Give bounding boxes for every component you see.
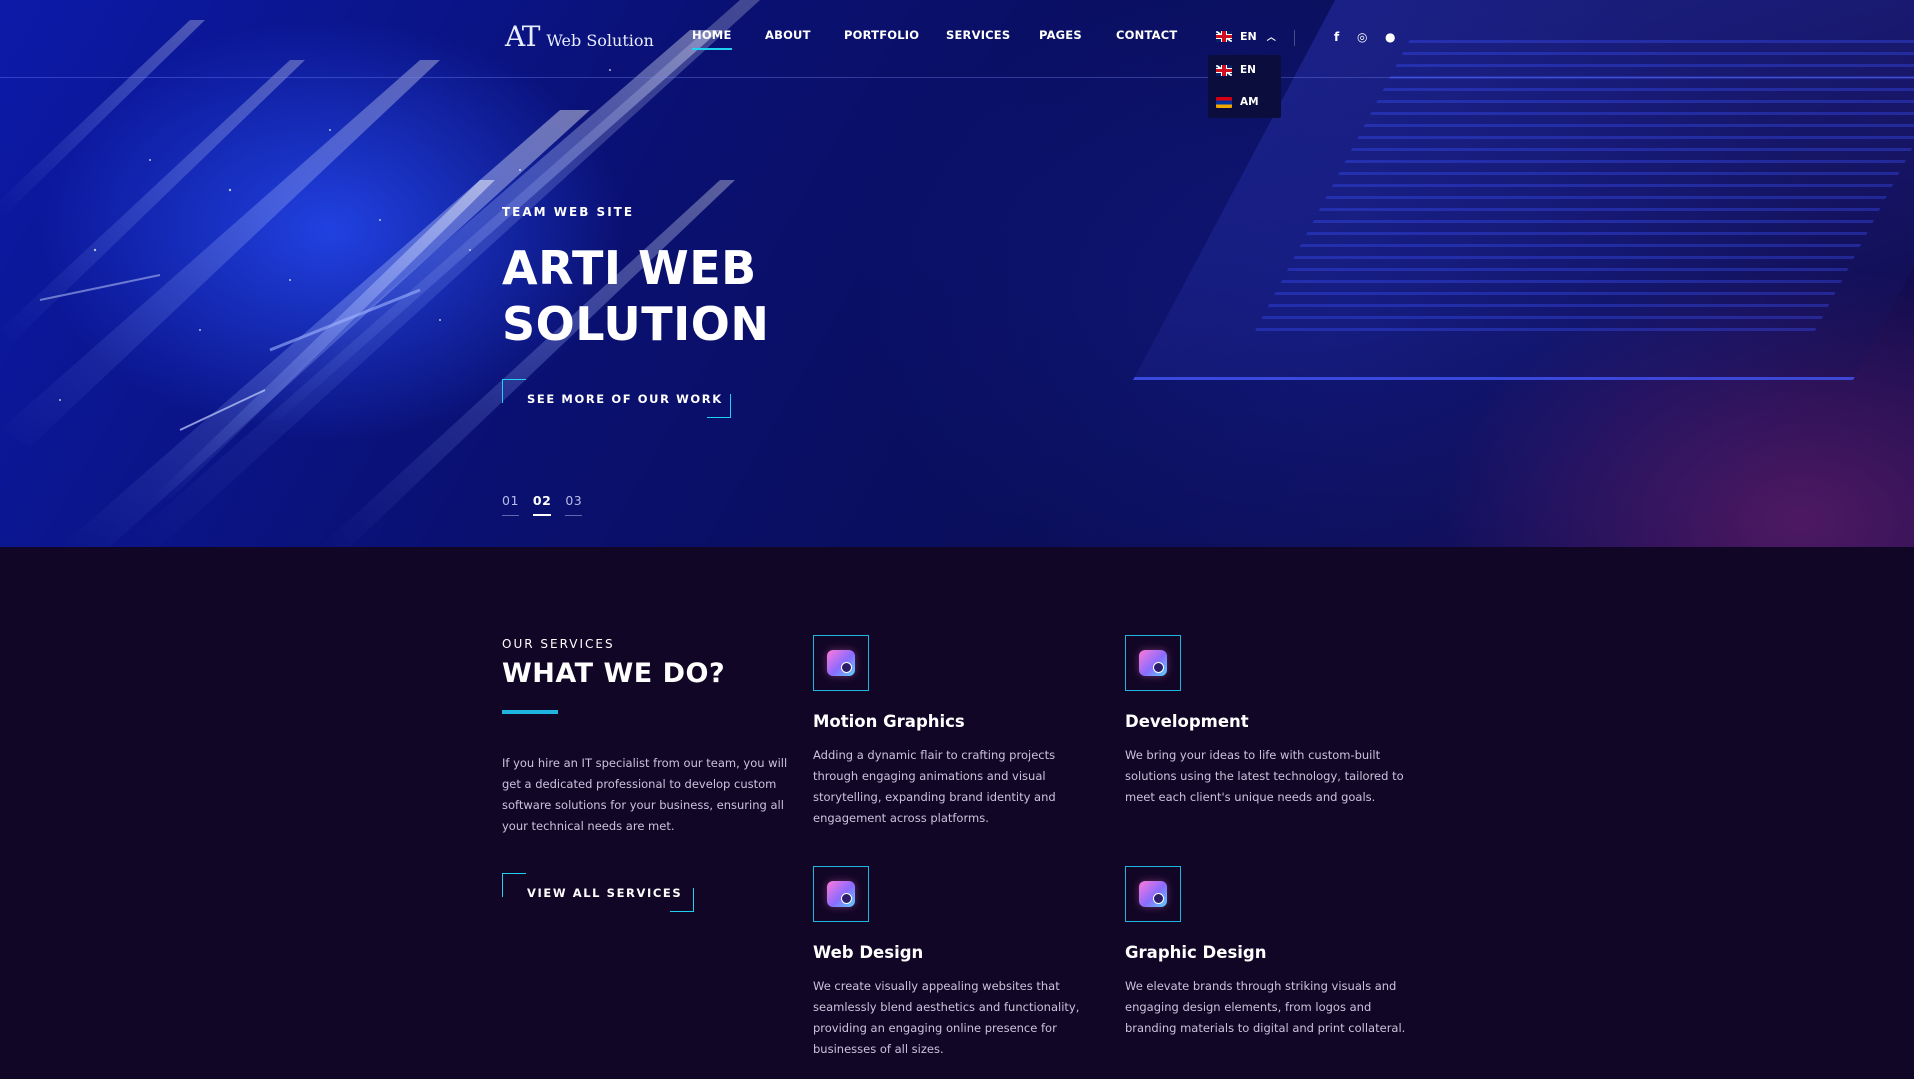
slide-indicator-03[interactable]: 03 xyxy=(565,493,583,516)
nav-services[interactable]: SERVICES xyxy=(946,28,1010,42)
slide-indicator-02[interactable]: 02 xyxy=(532,493,552,516)
bracket-corner xyxy=(502,379,526,403)
graphic-design-icon xyxy=(1125,866,1181,922)
service-card-web-design[interactable]: Web Design We create visually appealing … xyxy=(813,866,1113,1060)
service-card-graphic-design[interactable]: Graphic Design We elevate brands through… xyxy=(1125,866,1425,1039)
services-eyebrow: OUR SERVICES xyxy=(502,637,615,651)
nav-home[interactable]: HOME xyxy=(692,28,732,50)
armenia-flag-icon xyxy=(1216,96,1232,108)
service-card-text: We elevate brands through striking visua… xyxy=(1125,979,1406,1035)
button-label: SEE MORE OF OUR WORK xyxy=(527,391,723,406)
hero-title-line1: ARTI WEB xyxy=(502,241,757,295)
language-toggle[interactable]: EN ︿ xyxy=(1216,30,1276,43)
services-intro: If you hire an IT specialist from our te… xyxy=(502,756,788,833)
service-card-text: We create visually appealing websites th… xyxy=(813,979,1080,1056)
motion-graphics-icon xyxy=(813,635,869,691)
nav-about[interactable]: ABOUT xyxy=(765,28,811,42)
header-divider xyxy=(0,77,1914,78)
language-option-label: EN xyxy=(1240,64,1256,76)
bracket-corner xyxy=(707,394,731,418)
service-card-text: Adding a dynamic flair to crafting proje… xyxy=(813,748,1056,825)
hero-light-streaks xyxy=(0,0,760,547)
service-card-title: Graphic Design xyxy=(1125,943,1267,962)
web-design-icon xyxy=(813,866,869,922)
nav-pages[interactable]: PAGES xyxy=(1039,28,1082,42)
bracket-corner xyxy=(670,888,694,912)
nav-portfolio[interactable]: PORTFOLIO xyxy=(844,28,919,42)
chevron-up-icon: ︿ xyxy=(1266,33,1276,43)
nav-contact[interactable]: CONTACT xyxy=(1116,28,1177,42)
service-card-title: Motion Graphics xyxy=(813,712,965,731)
service-card-motion-graphics[interactable]: Motion Graphics Adding a dynamic flair t… xyxy=(813,635,1113,829)
see-more-work-button[interactable]: SEE MORE OF OUR WORK xyxy=(502,379,731,418)
instagram-icon[interactable]: ◎ xyxy=(1357,30,1367,44)
language-option-am[interactable]: AM xyxy=(1216,96,1259,108)
view-all-services-button[interactable]: VIEW ALL SERVICES xyxy=(502,873,694,912)
hero-title: ARTI WEB SOLUTION xyxy=(502,240,922,352)
title-underline xyxy=(502,710,558,714)
uk-flag-icon xyxy=(1216,64,1232,76)
slide-pagination: 01 02 03 xyxy=(502,493,583,516)
site-logo[interactable]: AT Web Solution xyxy=(505,20,654,53)
language-option-label: AM xyxy=(1240,96,1259,108)
service-card-development[interactable]: Development We bring your ideas to life … xyxy=(1125,635,1425,808)
bracket-corner xyxy=(502,873,526,897)
slide-indicator-01[interactable]: 01 xyxy=(502,493,519,516)
services-title: WHAT WE DO? xyxy=(502,658,726,689)
facebook-icon[interactable]: f xyxy=(1334,30,1339,44)
nav-separator xyxy=(1294,30,1295,46)
hero-section xyxy=(0,0,1914,547)
language-dropdown: EN AM xyxy=(1208,55,1281,118)
service-card-title: Web Design xyxy=(813,943,924,962)
uk-flag-icon xyxy=(1216,31,1232,42)
github-icon[interactable]: ● xyxy=(1385,30,1395,44)
logo-text: Web Solution xyxy=(546,31,654,50)
button-label: VIEW ALL SERVICES xyxy=(527,885,683,900)
development-icon xyxy=(1125,635,1181,691)
service-card-title: Development xyxy=(1125,712,1249,731)
hero-eyebrow: TEAM WEB SITE xyxy=(502,205,635,219)
hero-title-line2: SOLUTION xyxy=(502,297,770,351)
language-option-en[interactable]: EN xyxy=(1216,64,1256,76)
service-card-text: We bring your ideas to life with custom-… xyxy=(1125,748,1404,804)
language-current: EN xyxy=(1240,30,1257,43)
logo-mark: AT xyxy=(505,20,540,53)
